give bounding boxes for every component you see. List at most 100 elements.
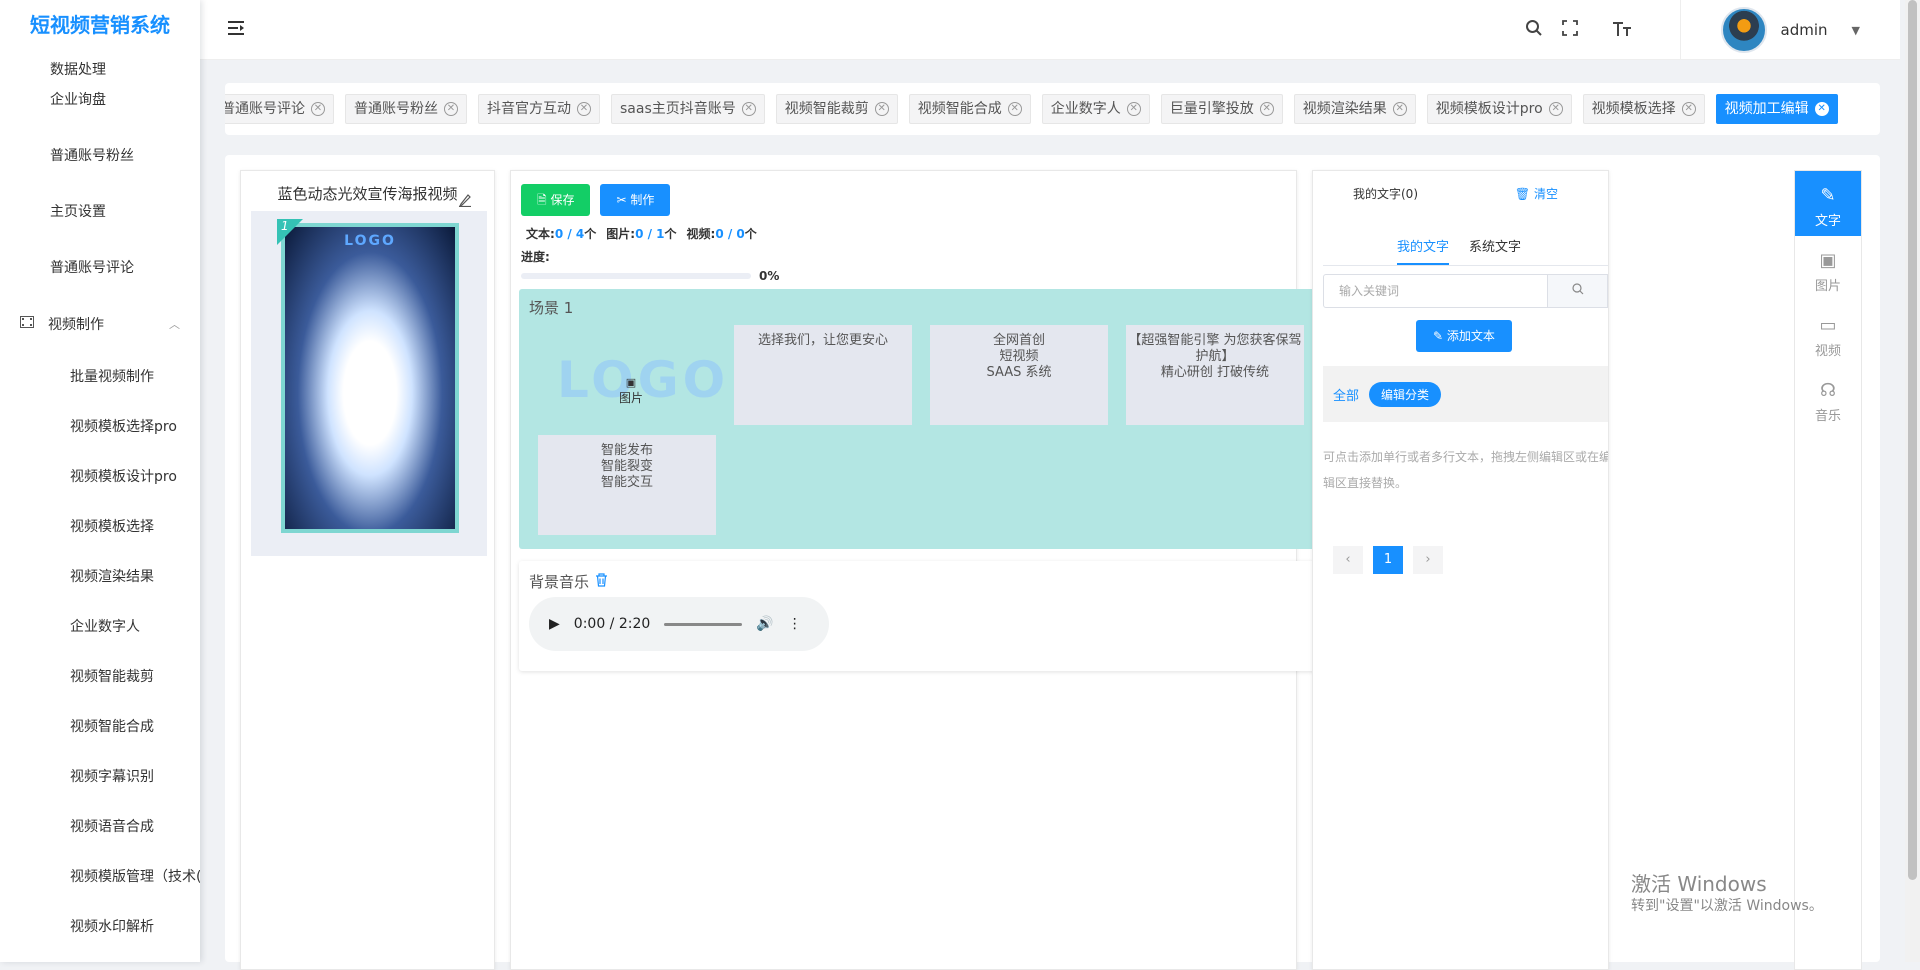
search-icon[interactable] [1516, 19, 1552, 42]
tag-item[interactable]: 视频模板设计pro ✕ [1426, 94, 1572, 124]
close-icon[interactable]: ✕ [444, 102, 458, 116]
trash-icon[interactable] [595, 572, 608, 591]
tool-music[interactable]: ☊ 音乐 [1795, 366, 1861, 431]
menu-fold-icon[interactable] [228, 20, 246, 40]
tool-image[interactable]: ▣ 图片 [1795, 236, 1861, 301]
asset-type-toolbar: ✎ 文字 ▣ 图片 ▭ 视频 ☊ 音乐 [1794, 170, 1862, 970]
search-icon[interactable] [1548, 274, 1608, 308]
tool-text[interactable]: ✎ 文字 [1795, 171, 1861, 236]
sidebar-sub-render-results[interactable]: 视频渲染结果 [0, 552, 200, 602]
text-slot[interactable]: 选择我们，让您更安心 [734, 325, 912, 425]
tag-item[interactable]: 视频智能合成 ✕ [908, 94, 1031, 124]
music-title: 背景音乐 [529, 571, 608, 592]
close-icon[interactable]: ✕ [1392, 102, 1407, 116]
sidebar-sub-batch-video[interactable]: 批量视频制作 [0, 352, 200, 402]
sidebar-sub-watermark-parse[interactable]: 视频水印解析 [0, 902, 200, 952]
add-text-button[interactable]: ✎ 添加文本 [1416, 320, 1512, 352]
prev-page-button[interactable]: ‹ [1333, 546, 1363, 574]
text-slot[interactable]: 全网首创 短视频 SAAS 系统 [930, 325, 1108, 425]
scene-thumbnail[interactable]: LOGO [281, 223, 459, 533]
next-page-button[interactable]: › [1413, 546, 1443, 574]
thumb-logo: LOGO [344, 233, 396, 249]
user-menu[interactable]: admin ▼ [1720, 7, 1860, 53]
sidebar-sub-template-design-pro[interactable]: 视频模板设计pro [0, 452, 200, 502]
save-button[interactable]: 🗎 保存 [521, 184, 591, 216]
close-icon[interactable]: ✕ [311, 102, 325, 116]
tag-item[interactable]: 视频渲染结果 ✕ [1293, 94, 1416, 124]
sidebar-sub-template-select[interactable]: 视频模板选择 [0, 502, 200, 552]
tag-label: 抖音官方互动 [487, 101, 571, 117]
tag-label: 巨量引擎投放 [1169, 101, 1254, 117]
tag-label: 视频渲染结果 [1302, 101, 1387, 117]
sidebar-sub-template-management[interactable]: 视频模版管理（技术( [0, 852, 200, 902]
audio-time: 0:00 / 2:20 [573, 616, 651, 632]
sidebar-item-account-fans[interactable]: 普通账号粉丝 [0, 128, 200, 184]
text-slot[interactable]: 智能发布 智能裂变 智能交互 [538, 435, 716, 535]
category-all[interactable]: 全部 [1333, 385, 1359, 404]
more-options-icon[interactable]: ⋮ [788, 616, 802, 632]
close-icon[interactable]: ✕ [577, 102, 591, 116]
close-icon[interactable]: ✕ [1548, 102, 1563, 116]
tag-label: 普通账号粉丝 [354, 101, 438, 117]
tag-item[interactable]: 视频模板选择 ✕ [1582, 94, 1705, 124]
help-text: 可点击添加单行或者多行文本，拖拽左侧编辑区或在编辑区直接替换。 [1323, 450, 1609, 490]
tag-item[interactable]: 抖音官方互动 ✕ [478, 94, 600, 124]
page-scrollbar[interactable] [1905, 0, 1920, 962]
editor-actions: 🗎 保存 ✂ 制作 [521, 184, 1296, 216]
category-row: 全部 编辑分类 [1323, 366, 1608, 422]
logo-text: LOGO [557, 351, 730, 409]
sidebar-sub-smart-compose[interactable]: 视频智能合成 [0, 702, 200, 752]
scrollbar-thumb[interactable] [1908, 0, 1917, 880]
logo-image-slot[interactable]: LOGO ▣ 图片 [539, 341, 725, 441]
close-icon[interactable]: ✕ [1126, 102, 1141, 116]
tag-label: 视频模板选择 [1591, 101, 1676, 117]
clear-button[interactable]: 🗑 清空 [1515, 185, 1558, 202]
close-icon[interactable]: ✕ [1681, 102, 1696, 116]
tag-item[interactable]: 企业数字人 ✕ [1041, 94, 1150, 124]
tag-item[interactable]: saas主页抖音账号 ✕ [611, 94, 765, 124]
edit-category-button[interactable]: 编辑分类 [1369, 381, 1442, 407]
sidebar-sub-template-select-pro[interactable]: 视频模板选择pro [0, 402, 200, 452]
tag-item[interactable]: 巨量引擎投放 ✕ [1160, 94, 1283, 124]
tab-system-text[interactable]: 系统文字 [1469, 236, 1521, 265]
tag-label: 视频智能合成 [917, 101, 1002, 117]
close-icon[interactable]: ✕ [1007, 102, 1022, 116]
tag-item[interactable]: 视频智能裁剪 ✕ [775, 94, 898, 124]
sidebar-sub-smart-crop[interactable]: 视频智能裁剪 [0, 652, 200, 702]
template-title: 蓝色动态光效宣传海报视频 [241, 171, 494, 208]
make-button[interactable]: ✂ 制作 [600, 184, 671, 216]
tag-label: 视频加工编辑 [1724, 101, 1809, 117]
page-number[interactable]: 1 [1373, 546, 1403, 574]
image-stat: 图片:0 / 1个 [606, 227, 677, 241]
tag-item-active[interactable]: 视频加工编辑 ✕ [1715, 94, 1838, 124]
tab-my-text[interactable]: 我的文字 [1397, 236, 1450, 265]
tag-item[interactable]: 普通账号评论 ✕ [225, 94, 334, 124]
text-tabs: 我的文字 系统文字 [1323, 236, 1608, 266]
tag-item[interactable]: 普通账号粉丝 ✕ [345, 94, 467, 124]
fullscreen-icon[interactable] [1552, 19, 1588, 42]
progress-text: 0% [759, 269, 780, 283]
image-icon: ▣ [1819, 250, 1837, 271]
close-icon[interactable]: ✕ [1259, 102, 1274, 116]
sidebar-group-video-production[interactable]: 视频制作 ︿ [0, 296, 200, 352]
close-icon[interactable]: ✕ [1814, 102, 1829, 116]
sidebar-sub-subtitle-recognition[interactable]: 视频字幕识别 [0, 752, 200, 802]
audio-seek-bar[interactable] [664, 622, 743, 626]
header-tools: admin ▼ [1516, 0, 1860, 60]
search-input[interactable]: 输入关键词 [1323, 274, 1548, 308]
sidebar-item-homepage-settings[interactable]: 主页设置 [0, 184, 200, 240]
headphones-icon: ☊ [1820, 380, 1836, 401]
sidebar-sub-digital-human[interactable]: 企业数字人 [0, 602, 200, 652]
close-icon[interactable]: ✕ [741, 102, 756, 116]
play-icon[interactable]: ▶ [549, 616, 560, 632]
watermark-line2: 转到"设置"以激活 Windows。 [1631, 898, 1823, 914]
text-slot[interactable]: 【超强智能引擎 为您获客保驾护航】 精心研创 打破传统 [1126, 325, 1304, 425]
tool-video[interactable]: ▭ 视频 [1795, 301, 1861, 366]
volume-icon[interactable]: 🔊 [756, 616, 773, 632]
font-size-icon[interactable] [1604, 19, 1640, 42]
video-stat: 视频:0 / 0个 [686, 227, 757, 241]
sidebar-item-account-comments[interactable]: 普通账号评论 [0, 240, 200, 296]
close-icon[interactable]: ✕ [874, 102, 889, 116]
edit-icon[interactable] [458, 193, 472, 211]
sidebar-sub-speech-synthesis[interactable]: 视频语音合成 [0, 802, 200, 852]
